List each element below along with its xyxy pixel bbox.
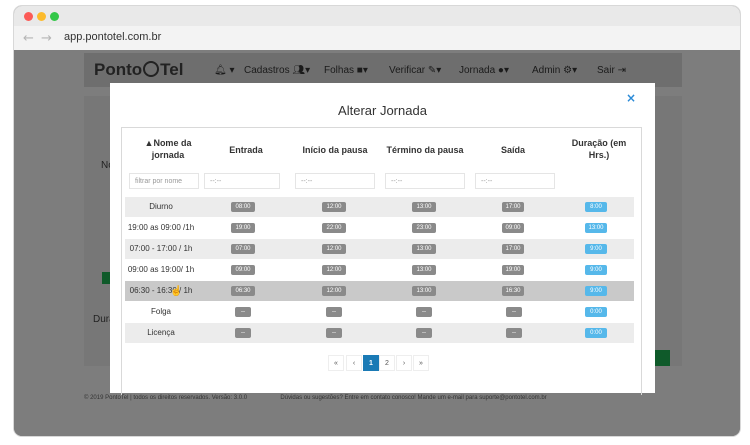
header-termino-pausa[interactable]: Término da pausa (385, 144, 465, 156)
time-badge: -- (326, 307, 342, 317)
hand-cursor-icon: ☝ (170, 286, 183, 297)
side-green-button[interactable] (102, 272, 110, 284)
time-badge: 19:00 (502, 265, 524, 275)
table-row[interactable]: 09:00 as 19:00/ 1h 09:00 12:00 13:00 19:… (125, 260, 634, 280)
time-badge: 19:00 (231, 223, 255, 233)
close-icon[interactable]: × (626, 91, 636, 105)
time-badge: 09:00 (502, 223, 524, 233)
browser-titlebar (14, 6, 740, 26)
first-page-button[interactable]: « (328, 355, 344, 371)
time-badge: -- (235, 307, 251, 317)
close-window-dot[interactable] (24, 12, 33, 21)
time-badge: 12:00 (322, 265, 346, 275)
pontotel-logo[interactable]: Ponto Tel (94, 60, 183, 80)
address-bar: ← → app.pontotel.com.br (14, 26, 740, 51)
table-row-hovered[interactable]: 06:30 - 16:30 / 1h 06:30 12:00 13:00 16:… (125, 281, 634, 301)
gear-icon: ⚙ (563, 65, 573, 76)
app-footer: © 2019 PontoTel | todos os direitos rese… (84, 395, 547, 401)
forward-arrow-icon[interactable]: → (41, 31, 52, 46)
menu-folhas[interactable]: Folhas ■▾ (324, 65, 368, 76)
filter-saida-input[interactable]: --:-- (475, 173, 555, 189)
table-row[interactable]: 19:00 as 09:00 /1h 19:00 22:00 23:00 09:… (125, 218, 634, 238)
time-badge: 06:30 (231, 286, 255, 296)
file-icon: ■ (356, 65, 363, 76)
time-badge: 12:00 (322, 202, 346, 212)
modal-title: Alterar Jornada (338, 103, 427, 118)
time-badge: -- (416, 307, 432, 317)
header-duracao[interactable]: Duração (em Hrs.) (568, 137, 630, 161)
app-navbar: Ponto Tel 🔔︎ ▾ Cadastros 👥︎▾ Folhas ■▾ Ve… (84, 53, 682, 87)
time-badge: -- (326, 328, 342, 338)
table-row[interactable]: Diurno 08:00 12:00 13:00 17:00 8:00 (125, 197, 634, 217)
clock-menu-icon: ● (497, 65, 504, 76)
page-2-button[interactable]: 2 (379, 355, 395, 371)
table-row[interactable]: Licença -- -- -- -- 0:00 (125, 323, 634, 343)
filter-nome-input[interactable]: filtrar por nome (129, 173, 199, 189)
duration-badge: 9:00 (585, 244, 607, 254)
time-badge: -- (506, 328, 522, 338)
next-page-button[interactable]: › (396, 355, 412, 371)
page-1-button[interactable]: 1 (363, 355, 379, 371)
alterar-jornada-modal: Alterar Jornada × ▲Nome da jornada Entra… (110, 83, 655, 395)
menu-jornada[interactable]: Jornada ●▾ (459, 65, 509, 76)
duration-badge: 13:00 (585, 223, 607, 233)
notifications-menu[interactable]: 🔔︎ ▾ (214, 65, 235, 76)
duration-badge: 9:00 (585, 286, 607, 296)
duration-badge: 8:00 (585, 202, 607, 212)
header-saida[interactable]: Saída (485, 144, 541, 156)
filter-entrada-input[interactable]: --:-- (204, 173, 280, 189)
table-row[interactable]: 07:00 - 17:00 / 1h 07:00 12:00 13:00 17:… (125, 239, 634, 259)
time-badge: 13:00 (412, 265, 436, 275)
menu-sair[interactable]: Sair ⇥ (597, 65, 626, 76)
maximize-window-dot[interactable] (50, 12, 59, 21)
filter-inicio-input[interactable]: --:-- (295, 173, 375, 189)
header-inicio-pausa[interactable]: Início da pausa (297, 144, 373, 156)
time-badge: 09:00 (231, 265, 255, 275)
clock-icon (143, 61, 160, 77)
duration-badge: 0:00 (585, 328, 607, 338)
time-badge: 12:00 (322, 244, 346, 254)
time-badge: 13:00 (412, 202, 436, 212)
time-badge: 12:00 (322, 286, 346, 296)
time-badge: 17:00 (502, 244, 524, 254)
minimize-window-dot[interactable] (37, 12, 46, 21)
sign-out-icon: ⇥ (617, 65, 626, 76)
prev-page-button[interactable]: ‹ (346, 355, 362, 371)
time-badge: 07:00 (231, 244, 255, 254)
users-icon: 👥︎ (292, 65, 306, 76)
time-badge: 13:00 (412, 286, 436, 296)
save-button-partial[interactable] (654, 350, 670, 366)
back-arrow-icon[interactable]: ← (23, 31, 34, 46)
time-badge: -- (416, 328, 432, 338)
duration-badge: 9:00 (585, 265, 607, 275)
menu-verificar[interactable]: Verificar ✎▾ (389, 65, 441, 76)
bell-icon: 🔔︎ (214, 65, 227, 76)
menu-cadastros[interactable]: Cadastros 👥︎▾ (244, 65, 310, 76)
last-page-button[interactable]: » (413, 355, 429, 371)
time-badge: 23:00 (412, 223, 436, 233)
time-badge: -- (235, 328, 251, 338)
filter-termino-input[interactable]: --:-- (385, 173, 465, 189)
time-badge: -- (506, 307, 522, 317)
header-entrada[interactable]: Entrada (218, 144, 274, 156)
duration-badge: 0:00 (585, 307, 607, 317)
menu-admin[interactable]: Admin ⚙▾ (532, 65, 577, 76)
url-text[interactable]: app.pontotel.com.br (64, 31, 161, 43)
pagination: « ‹ 1 2 › » (328, 355, 433, 371)
table-row[interactable]: Folga -- -- -- -- 0:00 (125, 302, 634, 322)
pencil-icon: ✎ (427, 65, 437, 76)
time-badge: 16:30 (502, 286, 524, 296)
header-nome-jornada[interactable]: ▲Nome da jornada (132, 137, 204, 161)
time-badge: 08:00 (231, 202, 255, 212)
time-badge: 17:00 (502, 202, 524, 212)
time-badge: 13:00 (412, 244, 436, 254)
time-badge: 22:00 (322, 223, 346, 233)
